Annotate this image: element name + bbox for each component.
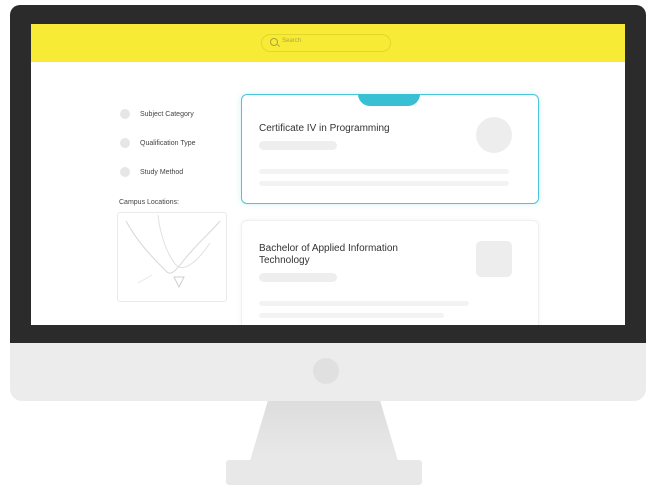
map-outline-icon (125, 214, 221, 289)
campus-locations-label: Campus Locations: (119, 199, 179, 206)
search-icon (270, 38, 278, 46)
course-card-certificate[interactable]: Certificate IV in Programming (241, 94, 539, 204)
search-input[interactable]: Search (261, 34, 391, 52)
filter-label: Study Method (140, 168, 184, 176)
power-button (313, 358, 339, 384)
filter-label: Subject Category (140, 110, 194, 118)
monitor-stand-base (226, 460, 422, 485)
placeholder-line (259, 301, 469, 306)
course-title: Certificate IV in Programming (259, 123, 390, 134)
placeholder-pill (259, 141, 337, 150)
course-title: Bachelor of Applied Information Technolo… (259, 243, 398, 266)
placeholder-pill (259, 273, 337, 282)
course-thumbnail (476, 241, 512, 277)
radio-icon[interactable] (120, 109, 130, 119)
filter-study-method[interactable]: Study Method (120, 166, 183, 178)
placeholder-line (259, 169, 509, 174)
filter-label: Qualification Type (140, 139, 196, 147)
campus-map[interactable] (117, 212, 227, 302)
course-avatar (476, 117, 512, 153)
screen: Search Subject Category Qualification Ty… (31, 24, 625, 325)
filter-qualification-type[interactable]: Qualification Type (120, 137, 196, 149)
header-bar: Search (31, 24, 625, 62)
radio-icon[interactable] (120, 138, 130, 148)
placeholder-line (259, 313, 444, 318)
placeholder-line (259, 181, 509, 186)
monitor-stand-neck (250, 401, 398, 461)
filter-subject-category[interactable]: Subject Category (120, 108, 194, 120)
radio-icon[interactable] (120, 167, 130, 177)
course-card-bachelor[interactable]: Bachelor of Applied Information Technolo… (241, 220, 539, 325)
search-placeholder: Search (282, 38, 302, 44)
selected-tab-indicator (358, 94, 420, 106)
